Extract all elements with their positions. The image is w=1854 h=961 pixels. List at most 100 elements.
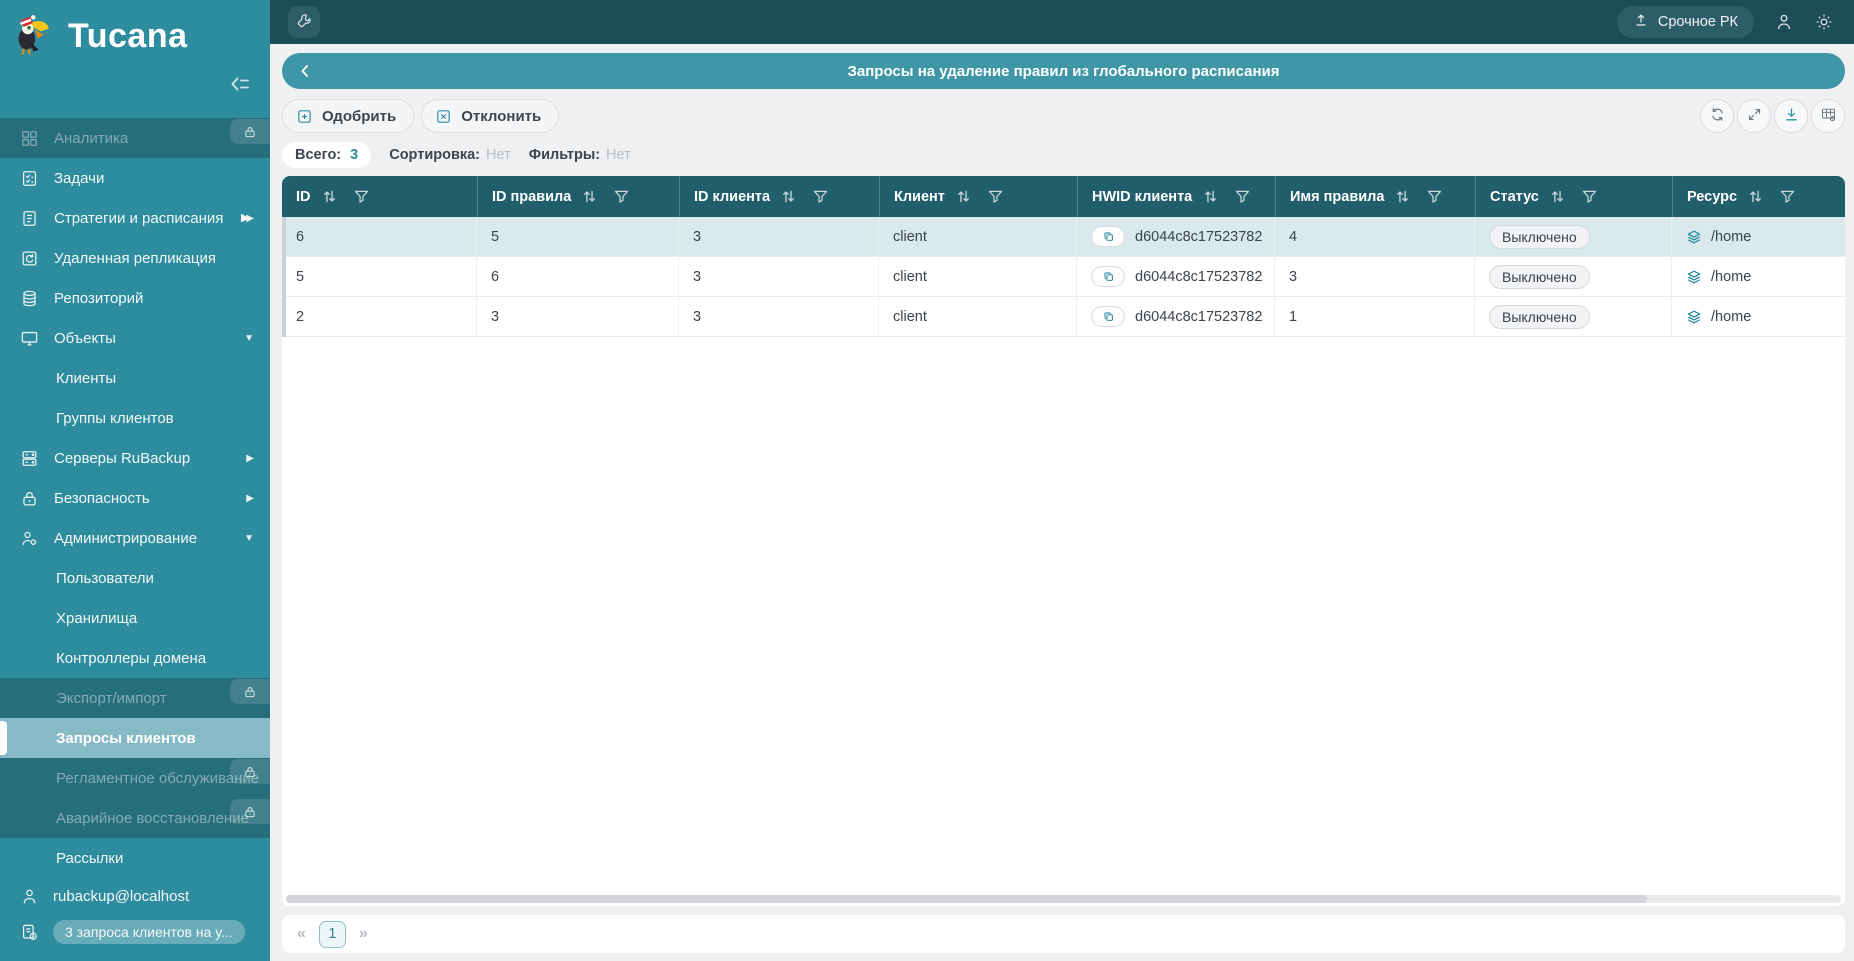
client-requests-badge: 3 запроса клиентов на у... xyxy=(53,920,245,944)
sidebar-item-users[interactable]: Пользователи xyxy=(0,558,270,598)
sidebar-item-client-groups[interactable]: Группы клиентов xyxy=(0,398,270,438)
first-page-button[interactable]: « xyxy=(297,925,306,943)
copy-icon[interactable] xyxy=(1091,266,1125,287)
column-label: Ресурс xyxy=(1687,188,1738,205)
scrollbar-thumb[interactable] xyxy=(286,895,1647,903)
sidebar-collapse-icon[interactable] xyxy=(228,72,252,96)
filter-funnel-icon[interactable] xyxy=(987,188,1004,205)
sort-icon[interactable] xyxy=(1549,188,1566,205)
settings-gear-icon[interactable] xyxy=(1814,12,1834,32)
sidebar-item-label: Группы клиентов xyxy=(56,409,174,427)
column-header-client[interactable]: Клиент xyxy=(879,176,1077,217)
cell-hwid: d6044c8c17523782 xyxy=(1077,297,1275,336)
rubackup-servers-icon xyxy=(20,449,39,468)
profile-icon[interactable] xyxy=(1774,12,1794,32)
sidebar-item-client-requests[interactable]: Запросы клиентов xyxy=(0,718,270,758)
sidebar-item-disaster-recovery[interactable]: Аварийное восстановление xyxy=(0,798,270,838)
lock-icon xyxy=(230,679,270,704)
last-page-button[interactable]: » xyxy=(359,925,368,943)
column-header-client_id[interactable]: ID клиента xyxy=(679,176,879,217)
current-page-button[interactable]: 1 xyxy=(318,920,346,948)
hwid-value: d6044c8c17523782 xyxy=(1135,268,1263,285)
sidebar-item-rubackup-servers[interactable]: Серверы RuBackup ▶ xyxy=(0,438,270,478)
column-header-id[interactable]: ID xyxy=(282,176,477,217)
sidebar-item-label: Хранилища xyxy=(56,609,138,627)
reject-button[interactable]: Отклонить xyxy=(421,99,560,133)
sidebar-item-label: Контроллеры домена xyxy=(56,649,207,667)
sidebar-item-tasks[interactable]: Задачи xyxy=(0,158,270,198)
administration-icon xyxy=(20,529,39,548)
pagination: « 1 » xyxy=(282,915,1845,953)
filter-funnel-icon[interactable] xyxy=(613,188,630,205)
sidebar-item-strategies-schedules[interactable]: Стратегии и расписания ▶ xyxy=(0,198,270,238)
sidebar-item-label: Удаленная репликация xyxy=(54,249,217,267)
copy-icon[interactable] xyxy=(1091,306,1125,327)
repository-icon xyxy=(20,289,39,308)
sort-icon[interactable] xyxy=(321,188,338,205)
sidebar-item-objects[interactable]: Объекты ▼ xyxy=(0,318,270,358)
filter-funnel-icon[interactable] xyxy=(1779,188,1796,205)
sidebar-item-administration[interactable]: Администрирование ▼ xyxy=(0,518,270,558)
filter-funnel-icon[interactable] xyxy=(1234,188,1251,205)
column-header-rule_name[interactable]: Имя правила xyxy=(1275,176,1475,217)
table-row[interactable]: 6 5 3 client d6044c8c17523782 4 Выключено/home xyxy=(282,217,1845,257)
tools-button[interactable] xyxy=(288,6,320,38)
sidebar-requests-row[interactable]: 3 запроса клиентов на у... xyxy=(0,914,270,950)
sort-icon[interactable] xyxy=(1202,188,1219,205)
main-area: Срочное РК Запросы на удаление правил из… xyxy=(270,0,1854,961)
column-header-resource[interactable]: Ресурс xyxy=(1672,176,1845,217)
table-row[interactable]: 2 3 3 client d6044c8c17523782 1 Выключено/home xyxy=(282,297,1845,337)
filter-funnel-icon[interactable] xyxy=(353,188,370,205)
sort-icon[interactable] xyxy=(955,188,972,205)
sidebar-item-mailings[interactable]: Рассылки xyxy=(0,838,270,878)
cell-rule_id: 6 xyxy=(477,257,679,296)
sidebar-item-export-import[interactable]: Экспорт/импорт xyxy=(0,678,270,718)
sidebar-item-security[interactable]: Безопасность ▶ xyxy=(0,478,270,518)
sidebar-item-storages[interactable]: Хранилища xyxy=(0,598,270,638)
cell-client_id: 3 xyxy=(679,217,879,256)
urgent-backup-button[interactable]: Срочное РК xyxy=(1616,6,1754,38)
actions-row: Одобрить Отклонить xyxy=(282,99,1845,133)
sorting-value: Нет xyxy=(486,147,511,163)
table-settings-button[interactable] xyxy=(1811,99,1845,133)
analytics-icon xyxy=(20,129,39,148)
back-button[interactable] xyxy=(295,61,315,81)
sidebar-user-row[interactable]: rubackup@localhost xyxy=(0,878,270,914)
sort-icon[interactable] xyxy=(780,188,797,205)
download-button[interactable] xyxy=(1774,99,1808,133)
page-header: Запросы на удаление правил из глобальног… xyxy=(282,53,1845,89)
table-row[interactable]: 5 6 3 client d6044c8c17523782 3 Выключено/home xyxy=(282,257,1845,297)
lock-icon xyxy=(230,759,270,784)
sidebar-item-analytics[interactable]: Аналитика xyxy=(0,118,270,158)
approve-button[interactable]: Одобрить xyxy=(282,99,415,133)
sidebar-item-scheduled-maintenance[interactable]: Регламентное обслуживание xyxy=(0,758,270,798)
copy-icon[interactable] xyxy=(1091,226,1125,247)
sorting-label: Сортировка: xyxy=(389,147,481,163)
filter-funnel-icon[interactable] xyxy=(1581,188,1598,205)
sidebar-item-label: Объекты xyxy=(54,329,116,347)
sort-icon[interactable] xyxy=(1747,188,1764,205)
sort-icon[interactable] xyxy=(1394,188,1411,205)
user-icon xyxy=(20,887,39,906)
layers-icon xyxy=(1686,269,1702,285)
filters-value: Нет xyxy=(606,147,631,163)
cell-resource: /home xyxy=(1672,217,1845,256)
filter-funnel-icon[interactable] xyxy=(1426,188,1443,205)
data-table: ID ID правила ID клиента Клиент HWID клиента… xyxy=(282,176,1845,906)
sidebar-item-repository[interactable]: Репозиторий xyxy=(0,278,270,318)
horizontal-scrollbar[interactable] xyxy=(286,895,1841,903)
column-label: ID клиента xyxy=(694,188,771,205)
sort-icon[interactable] xyxy=(581,188,598,205)
sidebar-item-domain-controllers[interactable]: Контроллеры домена xyxy=(0,638,270,678)
filter-funnel-icon[interactable] xyxy=(812,188,829,205)
refresh-button[interactable] xyxy=(1700,99,1734,133)
column-header-hwid[interactable]: HWID клиента xyxy=(1077,176,1275,217)
column-header-status[interactable]: Статус xyxy=(1475,176,1672,217)
column-header-rule_id[interactable]: ID правила xyxy=(477,176,679,217)
fullscreen-button[interactable] xyxy=(1737,99,1771,133)
panel-expand-arrow[interactable]: ▶ xyxy=(241,211,249,224)
download-icon xyxy=(1783,106,1800,126)
sidebar-item-remote-replication[interactable]: Удаленная репликация xyxy=(0,238,270,278)
sidebar-item-clients[interactable]: Клиенты xyxy=(0,358,270,398)
status-badge: Выключено xyxy=(1489,224,1590,249)
